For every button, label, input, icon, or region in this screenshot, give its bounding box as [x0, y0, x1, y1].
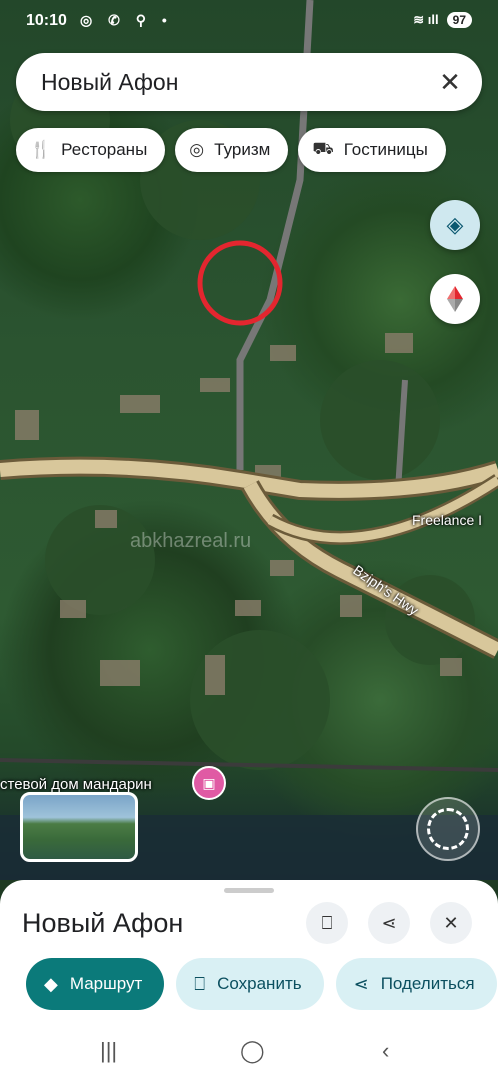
layers-button[interactable]: ◈ [430, 200, 480, 250]
directions-icon: ◆ [44, 973, 58, 994]
save-label: Сохранить [217, 974, 302, 993]
tourism-icon: ◎ [189, 140, 205, 159]
close-icon[interactable]: ✕ [436, 67, 464, 98]
notification-icons: ◎ ✆ ⚲ • [80, 12, 173, 28]
route-button[interactable]: ◆ Маршрут [26, 958, 165, 1010]
road-label-freelance: Freelance I [412, 512, 483, 528]
close-icon: ✕ [443, 912, 459, 933]
save-button[interactable]: ⎕ Сохранить [176, 958, 324, 1010]
chip-label: Рестораны [61, 140, 148, 159]
bookmark-icon: ⎕ [321, 912, 333, 933]
home-icon[interactable]: ◯ [240, 1038, 265, 1064]
search-query[interactable]: Новый Афон [41, 69, 178, 96]
signal-icon: ≋ ıll [413, 12, 439, 27]
category-chips: 🍴 Рестораны ◎ Туризм ⛟ Гостиницы [16, 128, 446, 172]
share-icon: ⋖ [353, 973, 369, 994]
poi-label[interactable]: стевой дом мандарин [0, 776, 152, 793]
status-bar: 10:10 ◎ ✆ ⚲ • ≋ ıll 97 [0, 0, 498, 44]
compass-button[interactable] [430, 274, 480, 324]
route-label: Маршрут [69, 974, 143, 993]
share-icon-button[interactable]: ⋖ [368, 902, 410, 944]
bookmark-button[interactable]: ⎕ [306, 902, 348, 944]
close-sheet-button[interactable]: ✕ [430, 902, 472, 944]
layers-icon: ◈ [446, 212, 464, 237]
back-icon[interactable]: ‹ [382, 1038, 389, 1064]
hotel-pin-icon[interactable]: ▣ [192, 766, 226, 800]
action-buttons: ◆ Маршрут ⎕ Сохранить ⋖ Поделиться [26, 958, 497, 1010]
chip-label: Гостиницы [343, 140, 428, 159]
search-bar[interactable]: Новый Афон ✕ [16, 53, 482, 111]
restaurant-icon: 🍴 [30, 140, 52, 159]
location-off-icon [427, 808, 469, 850]
chip-restaurants[interactable]: 🍴 Рестораны [16, 128, 166, 172]
watermark: abkhazreal.ru [130, 530, 252, 552]
share-label: Поделиться [380, 974, 475, 993]
recent-apps-icon[interactable]: ||| [100, 1038, 117, 1064]
bottom-sheet: Новый Афон ⎕ ⋖ ✕ ◆ Маршрут ⎕ Сохранить ⋖… [0, 880, 498, 1080]
system-nav-bar: ||| ◯ ‹ [0, 1038, 498, 1078]
chip-hotels[interactable]: ⛟ Гостиницы [298, 128, 446, 172]
chip-label: Туризм [214, 140, 271, 159]
my-location-button[interactable] [416, 797, 480, 861]
drag-handle[interactable] [224, 888, 274, 893]
hotel-icon: ⛟ [312, 139, 334, 158]
compass-icon [447, 286, 463, 312]
place-title: Новый Афон [22, 908, 184, 938]
chip-tourism[interactable]: ◎ Туризм [175, 128, 289, 172]
street-view-thumbnail[interactable] [20, 792, 138, 862]
bookmark-icon: ⎕ [194, 973, 206, 994]
battery-icon: 97 [446, 12, 472, 28]
share-button[interactable]: ⋖ Поделиться [335, 958, 497, 1010]
status-time: 10:10 [26, 12, 67, 29]
share-icon: ⋖ [381, 912, 397, 933]
